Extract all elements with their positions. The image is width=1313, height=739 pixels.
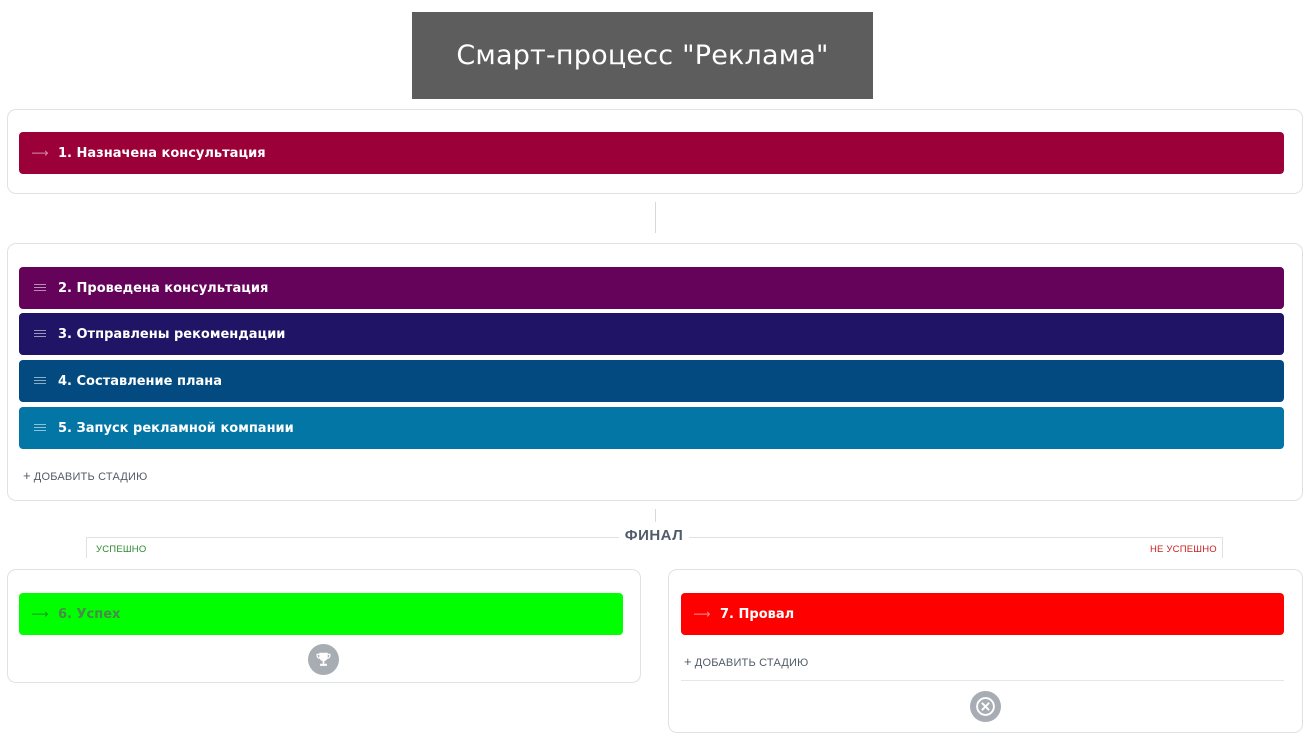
stage-2[interactable]: 2. Проведена консультация (19, 267, 1284, 309)
stage-3[interactable]: 3. Отправлены рекомендации (19, 313, 1284, 355)
page-title: Смарт-процесс "Реклама" (412, 12, 873, 99)
stage-label: 6. Успех (58, 606, 121, 622)
final-title: ФИНАЛ (619, 527, 689, 544)
connector-line (655, 509, 656, 522)
plus-icon: + (23, 468, 31, 483)
drag-handle-icon[interactable] (33, 281, 47, 295)
drag-handle-icon[interactable] (33, 327, 47, 341)
stage-label: 2. Проведена консультация (58, 280, 269, 296)
arrow-icon: ⟶ (31, 607, 49, 621)
stage-label: 4. Составление плана (58, 373, 223, 389)
arrow-icon: ⟶ (31, 146, 49, 160)
add-stage-label: ДОБАВИТЬ СТАДИЮ (33, 471, 148, 483)
stage-label: 7. Провал (720, 606, 795, 622)
final-divider-right (1222, 537, 1223, 558)
stage-1[interactable]: ⟶ 1. Назначена консультация (19, 132, 1284, 174)
fail-label: НЕ УСПЕШНО (1150, 544, 1217, 555)
add-stage-button[interactable]: + ДОБАВИТЬ СТАДИЮ (23, 468, 147, 483)
connector-line (655, 202, 656, 233)
drag-handle-icon[interactable] (33, 374, 47, 388)
stage-label: 3. Отправлены рекомендации (58, 326, 286, 342)
success-label: УСПЕШНО (96, 544, 147, 555)
drag-handle-icon[interactable] (33, 421, 47, 435)
cancel-circle-icon (970, 691, 1001, 722)
stage-7[interactable]: ⟶ 7. Провал (681, 593, 1284, 635)
add-stage-button[interactable]: + ДОБАВИТЬ СТАДИЮ (684, 654, 808, 669)
plus-icon: + (684, 654, 692, 669)
arrow-icon: ⟶ (693, 607, 711, 621)
trophy-icon (308, 644, 339, 675)
divider (681, 680, 1284, 681)
final-divider-left (86, 537, 87, 558)
add-stage-label: ДОБАВИТЬ СТАДИЮ (694, 657, 809, 669)
stage-label: 5. Запуск рекламной компании (58, 420, 294, 436)
stage-5[interactable]: 5. Запуск рекламной компании (19, 407, 1284, 449)
stage-6[interactable]: ⟶ 6. Успех (19, 593, 623, 635)
stage-4[interactable]: 4. Составление плана (19, 360, 1284, 402)
stage-label: 1. Назначена консультация (58, 145, 266, 161)
